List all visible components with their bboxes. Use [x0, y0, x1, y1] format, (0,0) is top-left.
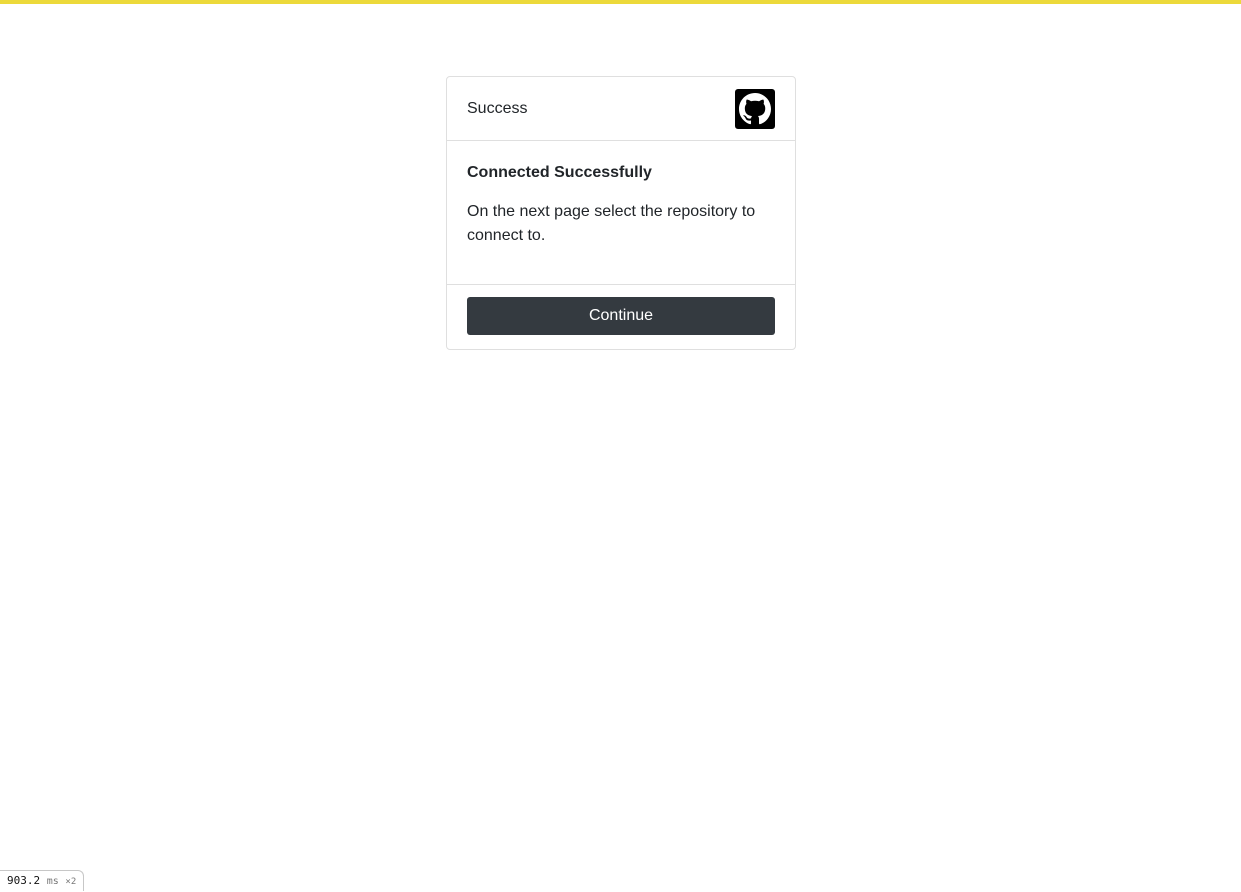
github-icon [735, 88, 775, 129]
card-header: Success [447, 77, 795, 141]
timing-value: 903.2 [7, 874, 41, 887]
continue-button[interactable]: Continue [467, 297, 775, 335]
timing-multiplier: ×2 [65, 877, 77, 887]
success-message: On the next page select the repository t… [467, 203, 756, 244]
card-body: Connected Successfully On the next page … [447, 141, 795, 285]
timing-unit: ms [46, 876, 59, 887]
timing-badge: 903.2 ms ×2 [0, 870, 85, 891]
card-footer: Continue [447, 285, 795, 335]
success-heading: Connected Successfully [467, 164, 652, 181]
card-header-title: Success [467, 99, 528, 117]
top-accent-bar [0, 0, 1241, 4]
success-card: Success Connected Successfully On the ne… [446, 76, 796, 350]
